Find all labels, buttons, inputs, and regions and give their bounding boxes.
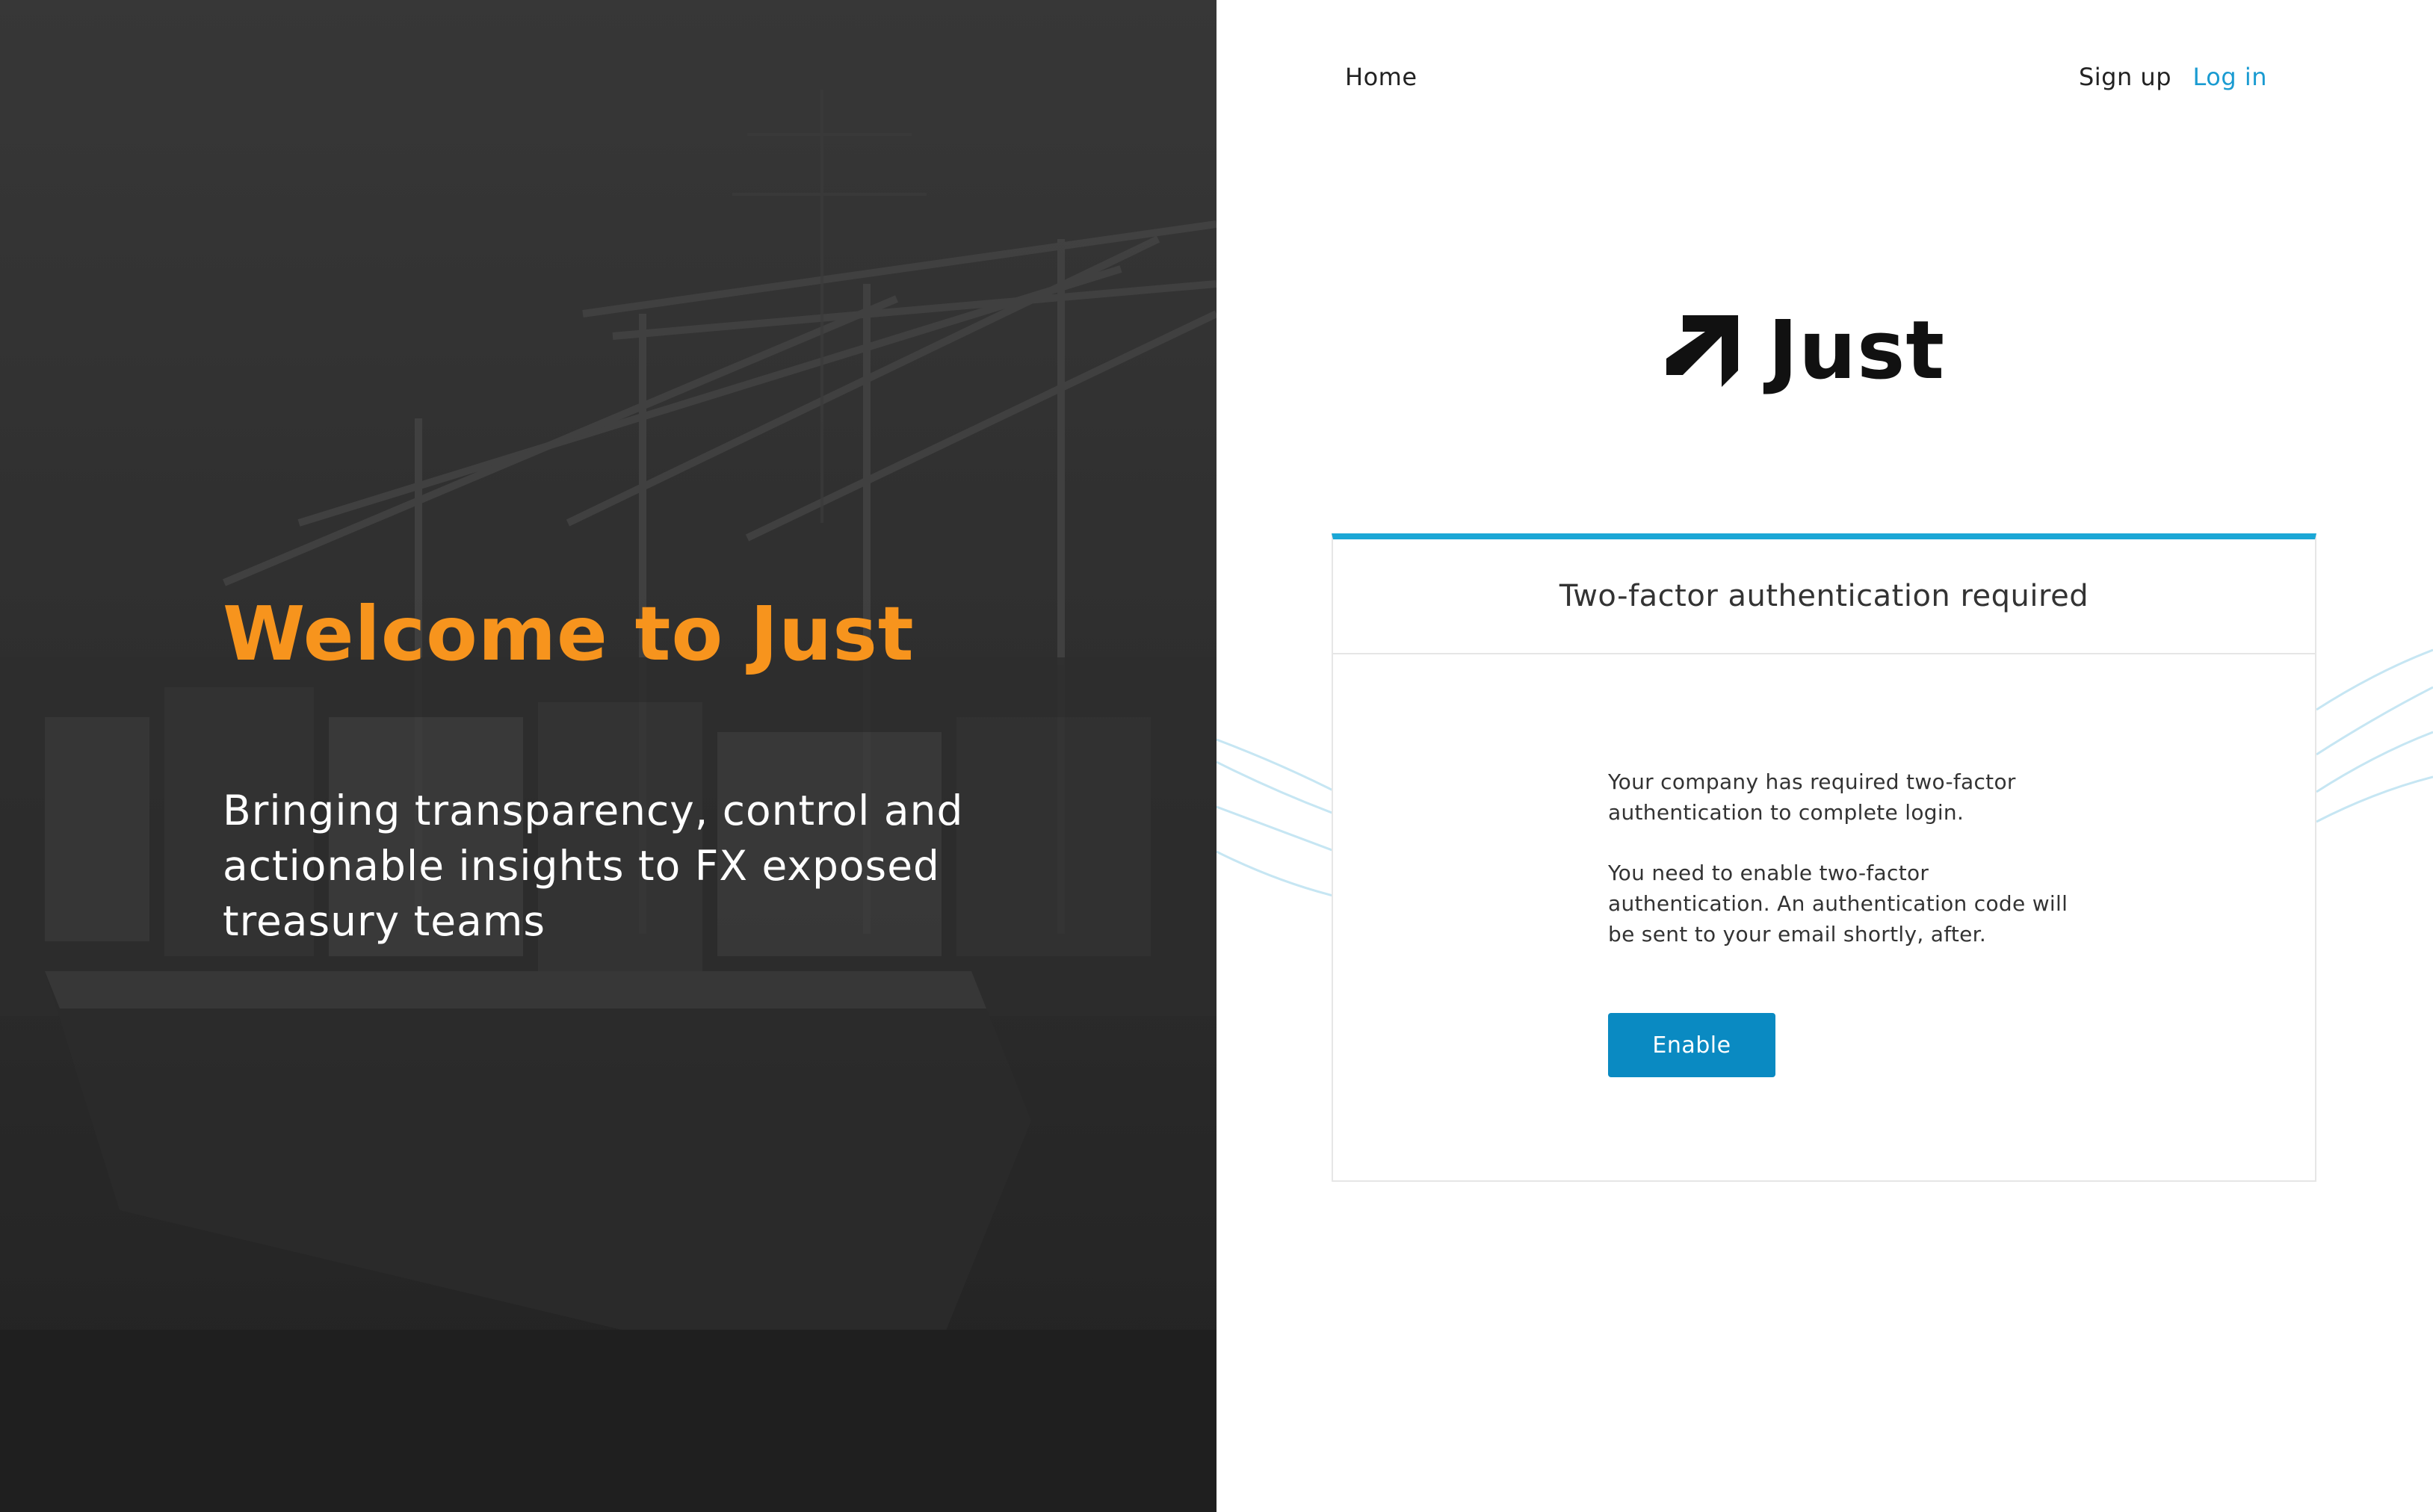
auth-panel: Home Sign up Log in Just Two-factor auth… — [1216, 0, 2433, 1512]
top-navigation: Home Sign up Log in — [1216, 0, 2433, 164]
enable-instructions: You need to enable two-factor authentica… — [1608, 861, 2068, 946]
hero-title: Welcome to Just — [223, 590, 915, 678]
nav-login-link[interactable]: Log in — [2193, 63, 2268, 91]
card-header: Two-factor authentication required — [1333, 539, 2315, 654]
required-message: Your company has required two-factor aut… — [1608, 769, 2016, 825]
nav-home-link[interactable]: Home — [1345, 63, 1418, 91]
two-factor-card: Two-factor authentication required Your … — [1332, 533, 2316, 1182]
hero-subtitle: Bringing transparency, control and actio… — [223, 787, 964, 945]
nav-signup-link[interactable]: Sign up — [2079, 63, 2171, 91]
brand-logo: Just — [1666, 306, 1945, 396]
hero-panel: Welcome to Just Bringing transparency, c… — [0, 0, 1216, 1512]
card-title: Two-factor authentication required — [1559, 579, 2089, 613]
enable-button[interactable]: Enable — [1608, 1013, 1775, 1077]
brand-name: Just — [1768, 304, 1945, 397]
page: Welcome to Just Bringing transparency, c… — [0, 0, 2433, 1512]
port-crane-background-image — [0, 0, 1216, 1512]
just-logo-icon — [1666, 315, 1738, 387]
